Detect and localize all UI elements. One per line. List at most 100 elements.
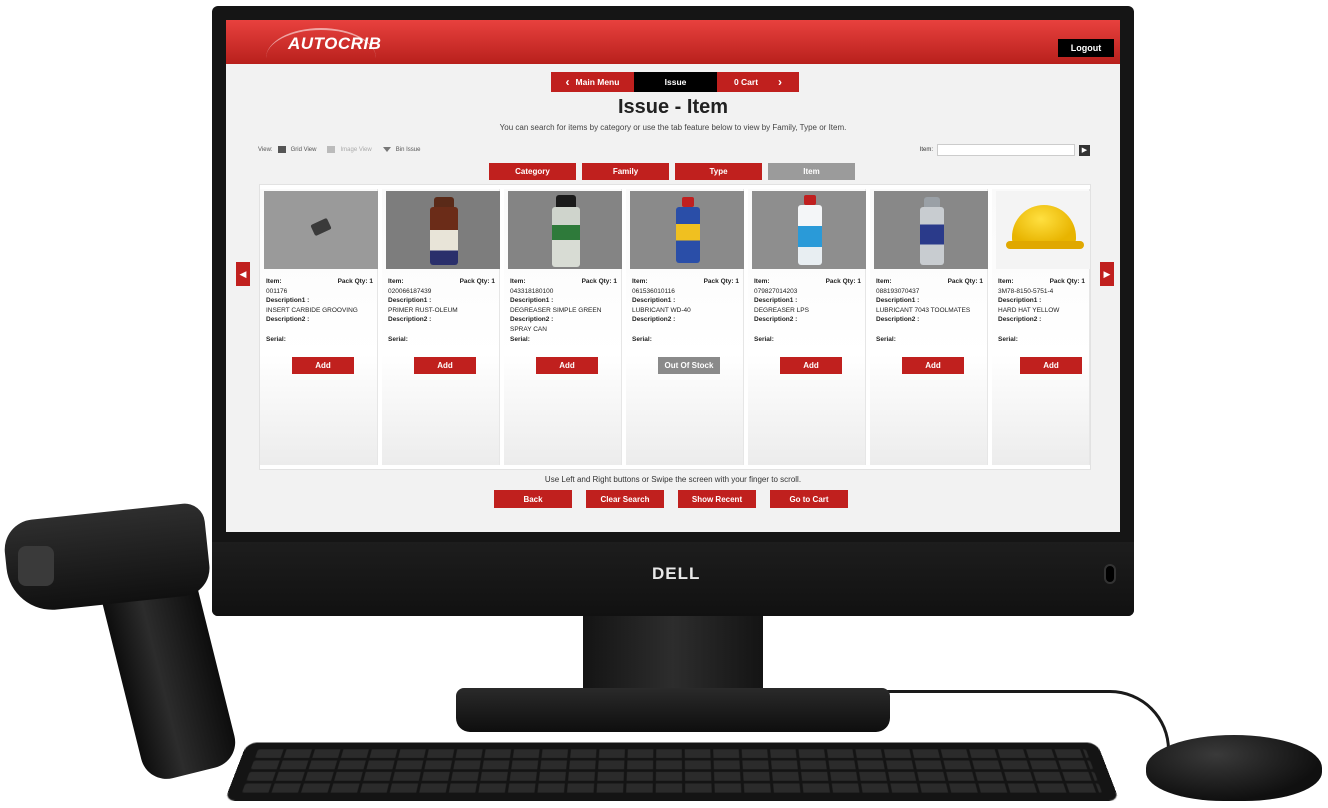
product-mockup: DELL AUTOCRIB Logout ‹ Main Menu Issue 0… (0, 0, 1328, 808)
product-image-wd40 (630, 191, 744, 269)
description2 (266, 325, 373, 335)
description1: INSERT CARBIDE GROOVING (266, 306, 358, 314)
pack-qty: Pack Qty: 1 (947, 278, 983, 285)
add-button[interactable]: Add (1020, 357, 1082, 374)
description1-label: Description1 : (876, 297, 920, 305)
can-body (798, 205, 822, 265)
item-details: Item: Pack Qty: 1 3M78-8150-5751-4 Descri… (998, 277, 1085, 344)
image-icon (327, 146, 336, 153)
description2 (754, 325, 861, 335)
item-card: Item: Pack Qty: 1 088193070437 Descriptio… (870, 189, 988, 465)
back-button[interactable]: Back (494, 490, 572, 508)
can-body (676, 207, 700, 263)
description2 (632, 325, 739, 335)
scroll-left-button[interactable]: ◀ (236, 262, 250, 286)
chevron-right-icon: ▶ (1103, 268, 1111, 279)
search-input[interactable] (937, 144, 1075, 156)
monitor-brand-logo: DELL (652, 564, 701, 583)
item-number: 3M78-8150-5751-4 (998, 287, 1054, 295)
image-view-button[interactable]: Image View (340, 147, 371, 153)
item-number: 061536010116 (632, 287, 675, 295)
item-details: Item: Pack Qty: 1 043318180100 Descriptio… (510, 277, 617, 344)
out-of-stock-button[interactable]: Out Of Stock (658, 357, 720, 374)
add-button[interactable]: Add (780, 357, 842, 374)
hard-hat-shape (1012, 205, 1076, 245)
keyboard-row (254, 749, 1090, 758)
item-label: Item: (266, 278, 282, 285)
keyboard (224, 742, 1120, 801)
description2-label: Description2 : (266, 316, 310, 324)
keyboard-row (250, 760, 1094, 770)
grid-view-button[interactable]: Grid View (291, 147, 317, 153)
go-to-cart-button[interactable]: Go to Cart (770, 490, 848, 508)
add-button[interactable]: Add (414, 357, 476, 374)
top-navigation: ‹ Main Menu Issue 0 Cart › (551, 72, 799, 92)
product-image-primer (386, 191, 500, 269)
tab-family[interactable]: Family (582, 163, 669, 180)
serial-label: Serial: (998, 335, 1018, 343)
item-details: Item: Pack Qty: 1 088193070437 Descriptio… (876, 277, 983, 344)
grid-icon (277, 146, 286, 153)
item-label: Item: (388, 278, 404, 285)
item-details: Item: Pack Qty: 1 020066187439 Descriptio… (388, 277, 495, 344)
webcam-icon (1104, 564, 1116, 584)
serial-label: Serial: (632, 335, 652, 343)
monitor-bezel: DELL (212, 542, 1134, 616)
view-label: View: (258, 146, 273, 153)
bin-issue-button[interactable]: Bin Issue (396, 147, 421, 153)
can-cap (434, 197, 454, 207)
tab-category[interactable]: Category (489, 163, 576, 180)
scroll-right-button[interactable]: ▶ (1100, 262, 1114, 286)
item-label: Item: (754, 278, 770, 285)
page-subtitle: You can search for items by category or … (499, 123, 847, 132)
item-number: 079827014203 (754, 287, 798, 295)
description2 (876, 325, 983, 335)
pack-qty: Pack Qty: 1 (1049, 278, 1085, 285)
description2: SPRAY CAN (510, 325, 547, 333)
tab-type[interactable]: Type (675, 163, 762, 180)
description1: DEGREASER SIMPLE GREEN (510, 306, 602, 314)
pack-qty: Pack Qty: 1 (825, 278, 861, 285)
keyboard-row (241, 783, 1103, 793)
description1: PRIMER RUST-OLEUM (388, 306, 458, 314)
can-body (920, 207, 944, 265)
serial-label: Serial: (876, 335, 896, 343)
view-toolbar: View: Grid View Image View Bin Issue (258, 146, 420, 153)
item-details: Item: Pack Qty: 1 001176 Description1 : I… (266, 277, 373, 344)
description2-label: Description2 : (998, 316, 1042, 324)
description2-label: Description2 : (510, 316, 554, 324)
show-recent-button[interactable]: Show Recent (678, 490, 756, 508)
chevron-left-icon: ‹ (565, 75, 570, 89)
keyboard-row (246, 771, 1098, 781)
item-card: Item: Pack Qty: 1 020066187439 Descriptio… (382, 189, 500, 465)
serial-label: Serial: (388, 335, 408, 343)
description1: HARD HAT YELLOW (998, 306, 1060, 314)
product-image-toolmates (874, 191, 988, 269)
description1-label: Description1 : (266, 297, 310, 305)
logout-button[interactable]: Logout (1058, 39, 1114, 57)
product-image-lps (752, 191, 866, 269)
clear-search-button[interactable]: Clear Search (586, 490, 664, 508)
add-button[interactable]: Add (536, 357, 598, 374)
product-image-degreaser (508, 191, 622, 269)
tab-issue[interactable]: Issue (634, 72, 717, 92)
description1: LUBRICANT 7043 TOOLMATES (876, 306, 971, 314)
description1-label: Description1 : (510, 297, 554, 305)
add-button[interactable]: Add (292, 357, 354, 374)
pack-qty: Pack Qty: 1 (459, 278, 495, 285)
tab-item[interactable]: Item (768, 163, 855, 180)
add-button[interactable]: Add (902, 357, 964, 374)
main-menu-button[interactable]: ‹ Main Menu (551, 72, 634, 92)
item-label: Item: (632, 278, 648, 285)
chevron-left-icon: ◀ (239, 268, 247, 279)
cart-button[interactable]: 0 Cart › (717, 72, 799, 92)
header-bar: AUTOCRIB Logout (226, 20, 1120, 64)
item-label: Item: (998, 278, 1014, 285)
search-icon[interactable]: ▶ (1079, 144, 1090, 156)
serial-label: Serial: (510, 335, 530, 343)
monitor-stand-neck (583, 614, 763, 696)
product-image-insert (264, 191, 378, 269)
description2-label: Description2 : (876, 316, 920, 324)
item-card: Item: Pack Qty: 1 3M78-8150-5751-4 Descri… (992, 189, 1090, 465)
description2-label: Description2 : (632, 316, 676, 324)
